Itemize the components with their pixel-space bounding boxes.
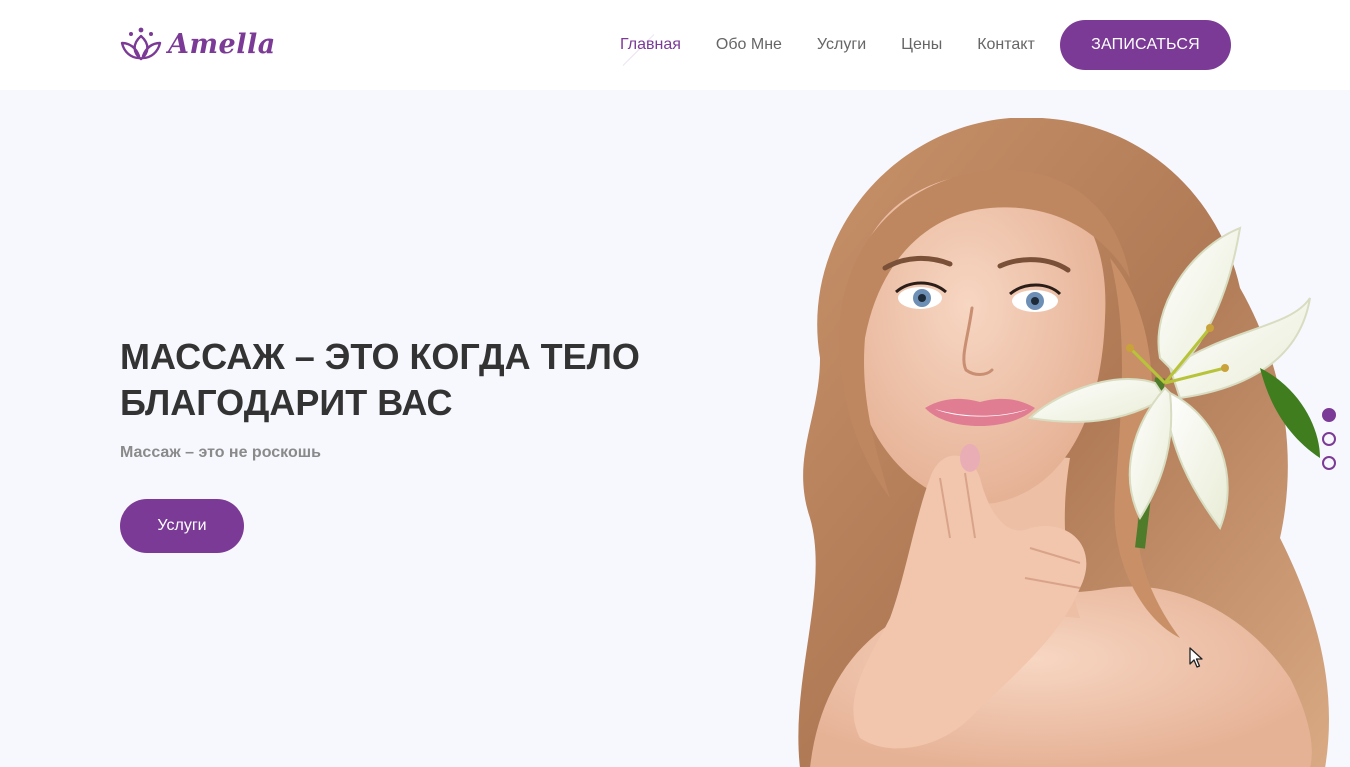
logo-text: Amella	[168, 28, 276, 60]
slider-dot-3[interactable]	[1322, 456, 1336, 470]
book-appointment-button[interactable]: ЗАПИСАТЬСЯ	[1060, 20, 1231, 70]
slider-dot-2[interactable]	[1322, 432, 1336, 446]
main-nav: Главная Обо Мне Услуги Цены Контакт	[620, 0, 1035, 90]
mouse-cursor-icon	[1189, 647, 1203, 668]
nav-item-home[interactable]: Главная	[620, 36, 681, 54]
hero-title: МАССАЖ – ЭТО КОГДА ТЕЛО БЛАГОДАРИТ ВАС	[120, 334, 680, 426]
slider-dot-1[interactable]	[1322, 408, 1336, 422]
hero-section: МАССАЖ – ЭТО КОГДА ТЕЛО БЛАГОДАРИТ ВАС М…	[0, 90, 1350, 767]
nav-item-contact[interactable]: Контакт	[977, 36, 1035, 54]
slider-dots	[1322, 408, 1336, 470]
hero-woman-photo	[798, 118, 1329, 767]
nav-item-prices[interactable]: Цены	[901, 36, 942, 54]
hero-subtitle: Массаж – это не роскошь	[120, 444, 321, 461]
logo[interactable]: Amella	[120, 26, 276, 62]
site-header: Amella Главная Обо Мне Услуги Цены Конта…	[0, 0, 1350, 90]
lotus-icon	[120, 26, 162, 62]
hero-title-line-1: МАССАЖ – ЭТО КОГДА ТЕЛО	[120, 336, 640, 377]
hero-title-line-2: БЛАГОДАРИТ ВАС	[120, 382, 453, 423]
page: Amella Главная Обо Мне Услуги Цены Конта…	[0, 0, 1350, 767]
nav-item-services[interactable]: Услуги	[817, 36, 866, 54]
nav-item-about[interactable]: Обо Мне	[716, 36, 782, 54]
services-button[interactable]: Услуги	[120, 499, 244, 553]
